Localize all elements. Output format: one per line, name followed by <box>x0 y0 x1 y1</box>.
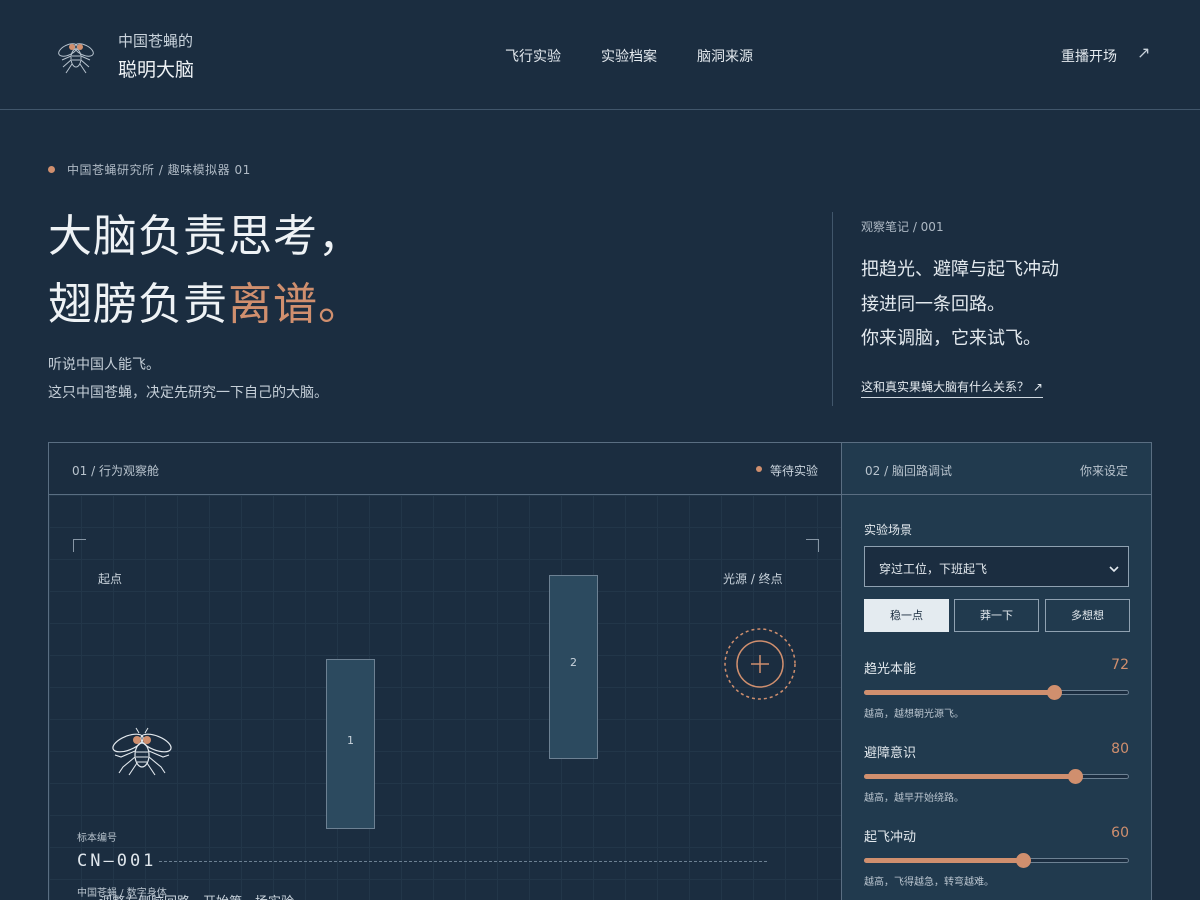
nav-item-experiment-archive[interactable]: 实验档案 <box>601 46 657 66</box>
brand-line-1: 中国苍蝇的 <box>118 32 194 50</box>
obstacle-2: 2 <box>549 575 598 759</box>
slider-phototaxis-desc: 越高，越想朝光源飞。 <box>864 709 964 720</box>
specimen-id: CN—001 <box>77 851 157 871</box>
note-line-1: 把趋光、避障与起飞冲动 <box>861 259 1059 280</box>
title-prefix: 翅膀负责 <box>48 279 228 330</box>
obstacle-2-label: 2 <box>570 656 577 669</box>
title-suffix: 。 <box>318 279 363 330</box>
brain-debug-subtitle: 你来设定 <box>1079 464 1128 478</box>
slider-avoidance-value: 80 <box>1111 741 1129 757</box>
scene-select-value: 穿过工位，下班起飞 <box>879 562 988 576</box>
status-text: 等待实验 <box>770 464 819 478</box>
arrow-up-right-icon[interactable]: ↗ <box>1137 43 1150 62</box>
brain-debug-title: 02 / 脑回路调试 <box>865 464 952 478</box>
obstacle-1-label: 1 <box>347 734 354 747</box>
slider-takeoff-value: 60 <box>1111 825 1129 841</box>
scene-label: 实验场景 <box>864 523 913 537</box>
slider-avoidance-thumb[interactable] <box>1068 769 1083 784</box>
mode-button-bold[interactable]: 莽一下 <box>954 599 1039 632</box>
corner-mark-left <box>73 539 86 552</box>
real-fly-brain-link[interactable]: 这和真实果蝇大脑有什么关系？ ↗ <box>861 378 1043 398</box>
light-source-target-icon <box>723 627 797 701</box>
slider-phototaxis-fill <box>864 690 1053 695</box>
note-line-2: 接进同一条回路。 <box>861 294 1005 315</box>
hero-subtitle-1: 听说中国人能飞。 <box>48 357 160 373</box>
scene-select[interactable]: 穿过工位，下班起飞 <box>864 546 1129 587</box>
slider-avoidance[interactable] <box>864 769 1129 784</box>
observation-panel-header: 01 / 行为观察舱 等待实验 <box>49 443 841 495</box>
nav-item-flight-experiment[interactable]: 飞行实验 <box>505 46 561 66</box>
end-label: 光源 / 终点 <box>723 572 783 586</box>
slider-phototaxis-label: 趋光本能 <box>864 662 917 677</box>
note-divider <box>832 212 833 406</box>
slider-avoidance-label: 避障意识 <box>864 746 917 761</box>
specimen-number-label: 标本编号 <box>77 833 117 844</box>
slider-phototaxis-thumb[interactable] <box>1047 685 1062 700</box>
replay-intro-button[interactable]: 重播开场 <box>1061 46 1117 66</box>
slider-takeoff-label: 起飞冲动 <box>864 830 917 845</box>
hero-subtitle-2: 这只中国苍蝇，决定先研究一下自己的大脑。 <box>48 385 328 401</box>
breadcrumb: 中国苍蝇研究所 / 趣味模拟器 01 <box>67 163 251 177</box>
hero-title-line-1: 大脑负责思考， <box>48 211 363 262</box>
fly-icon[interactable] <box>54 36 98 76</box>
slider-avoidance-fill <box>864 774 1074 779</box>
flight-stage[interactable]: 起点 光源 / 终点 1 2 标本编号 CN—001 中国苍蝇 / 数字身体 <box>49 495 841 900</box>
slider-phototaxis-value: 72 <box>1111 657 1129 673</box>
slider-phototaxis[interactable] <box>864 685 1129 700</box>
nav-item-idea-source[interactable]: 脑洞来源 <box>697 46 753 66</box>
chevron-down-icon <box>1109 559 1119 573</box>
start-label: 起点 <box>98 572 123 586</box>
specimen-dash-line <box>159 861 767 862</box>
slider-takeoff-fill <box>864 858 1022 863</box>
slider-takeoff-desc: 越高，飞得越急，转弯越难。 <box>864 877 994 888</box>
slider-avoidance-desc: 越高，越早开始绕路。 <box>864 793 964 804</box>
site-header: 中国苍蝇的 聪明大脑 飞行实验 实验档案 脑洞来源 重播开场 ↗ <box>0 0 1200 110</box>
breadcrumb-dot <box>48 166 55 173</box>
brand-line-2: 聪明大脑 <box>118 59 195 81</box>
slider-takeoff[interactable] <box>864 853 1129 868</box>
brain-debug-header: 02 / 脑回路调试 你来设定 <box>842 443 1151 495</box>
mode-button-think[interactable]: 多想想 <box>1045 599 1130 632</box>
mode-button-steady[interactable]: 稳一点 <box>864 599 949 632</box>
fly-specimen-icon <box>109 727 175 783</box>
hero-title-line-2: 翅膀负责离谱。 <box>48 268 363 332</box>
obstacle-1: 1 <box>326 659 375 829</box>
note-line-3: 你来调脑，它来试飞。 <box>861 328 1041 349</box>
observation-panel-title: 01 / 行为观察舱 <box>72 464 159 478</box>
corner-mark-right <box>806 539 819 552</box>
specimen-subtitle: 中国苍蝇 / 数字身体 <box>77 888 167 899</box>
title-accent-word: 离谱 <box>228 279 318 330</box>
note-label: 观察笔记 / 001 <box>861 220 944 234</box>
observation-panel: 01 / 行为观察舱 等待实验 起点 光源 / 终点 1 2 标本编号 CN—0… <box>48 442 842 900</box>
status-dot <box>756 466 762 472</box>
brain-debug-panel: 02 / 脑回路调试 你来设定 实验场景 穿过工位，下班起飞 稳一点 莽一下 多… <box>841 442 1152 900</box>
slider-takeoff-thumb[interactable] <box>1016 853 1031 868</box>
